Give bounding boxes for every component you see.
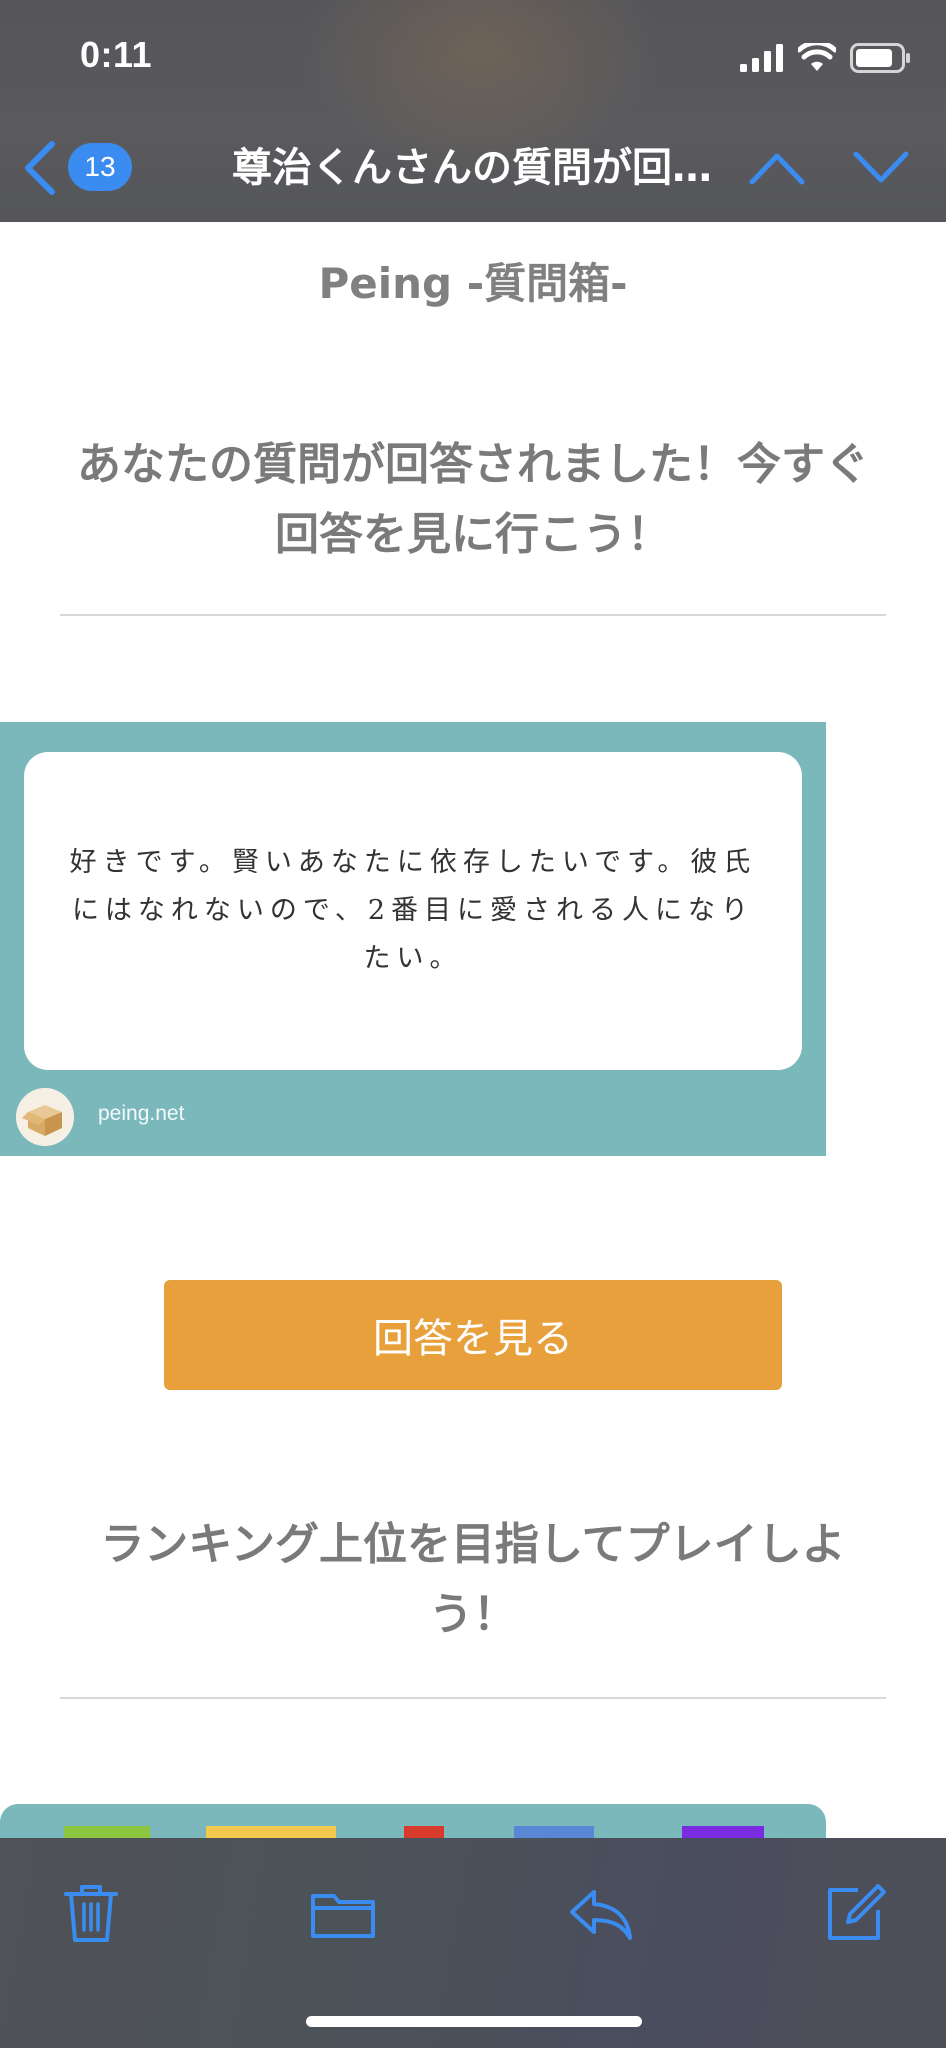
message-subject-title: 尊治くんさんの質問が回… bbox=[232, 145, 712, 191]
compose-icon[interactable] bbox=[820, 1878, 890, 1948]
signal-icon bbox=[740, 44, 783, 72]
divider bbox=[60, 1697, 886, 1699]
reply-icon[interactable] bbox=[566, 1878, 636, 1948]
box-logo-icon bbox=[16, 1088, 74, 1146]
trash-icon[interactable] bbox=[56, 1878, 126, 1948]
wifi-icon bbox=[798, 43, 836, 71]
question-text: 好きです。賢いあなたに依存したいです。彼氏にはなれないので、2番目に愛される人に… bbox=[69, 847, 757, 974]
question-card-image[interactable]: 好きです。賢いあなたに依存したいです。彼氏にはなれないので、2番目に愛される人に… bbox=[0, 722, 826, 1156]
folder-icon[interactable] bbox=[308, 1878, 378, 1948]
site-label: peing.net bbox=[98, 1102, 185, 1125]
next-message-icon[interactable] bbox=[852, 148, 910, 188]
ranking-headline: ランキング上位を目指してプレイしよう！ bbox=[100, 1519, 846, 1640]
top-bar: 0:11 13 尊治くんさんの質問が回… bbox=[0, 0, 946, 222]
home-indicator bbox=[306, 2016, 642, 2027]
answer-headline: あなたの質問が回答されました！今すぐ回答を見に行こう！ bbox=[77, 439, 869, 560]
previous-message-icon[interactable] bbox=[748, 148, 806, 188]
status-icons bbox=[740, 40, 912, 76]
back-chevron-icon[interactable] bbox=[20, 140, 60, 196]
question-card-body: 好きです。賢いあなたに依存したいです。彼氏にはなれないので、2番目に愛される人に… bbox=[24, 752, 802, 1070]
view-answer-button[interactable]: 回答を見る bbox=[164, 1280, 782, 1390]
divider bbox=[60, 614, 886, 616]
brand-title: Peing -質問箱- bbox=[318, 259, 628, 308]
battery-icon bbox=[850, 43, 910, 73]
status-time: 0:11 bbox=[80, 34, 153, 75]
unread-count-badge[interactable]: 13 bbox=[68, 143, 132, 191]
